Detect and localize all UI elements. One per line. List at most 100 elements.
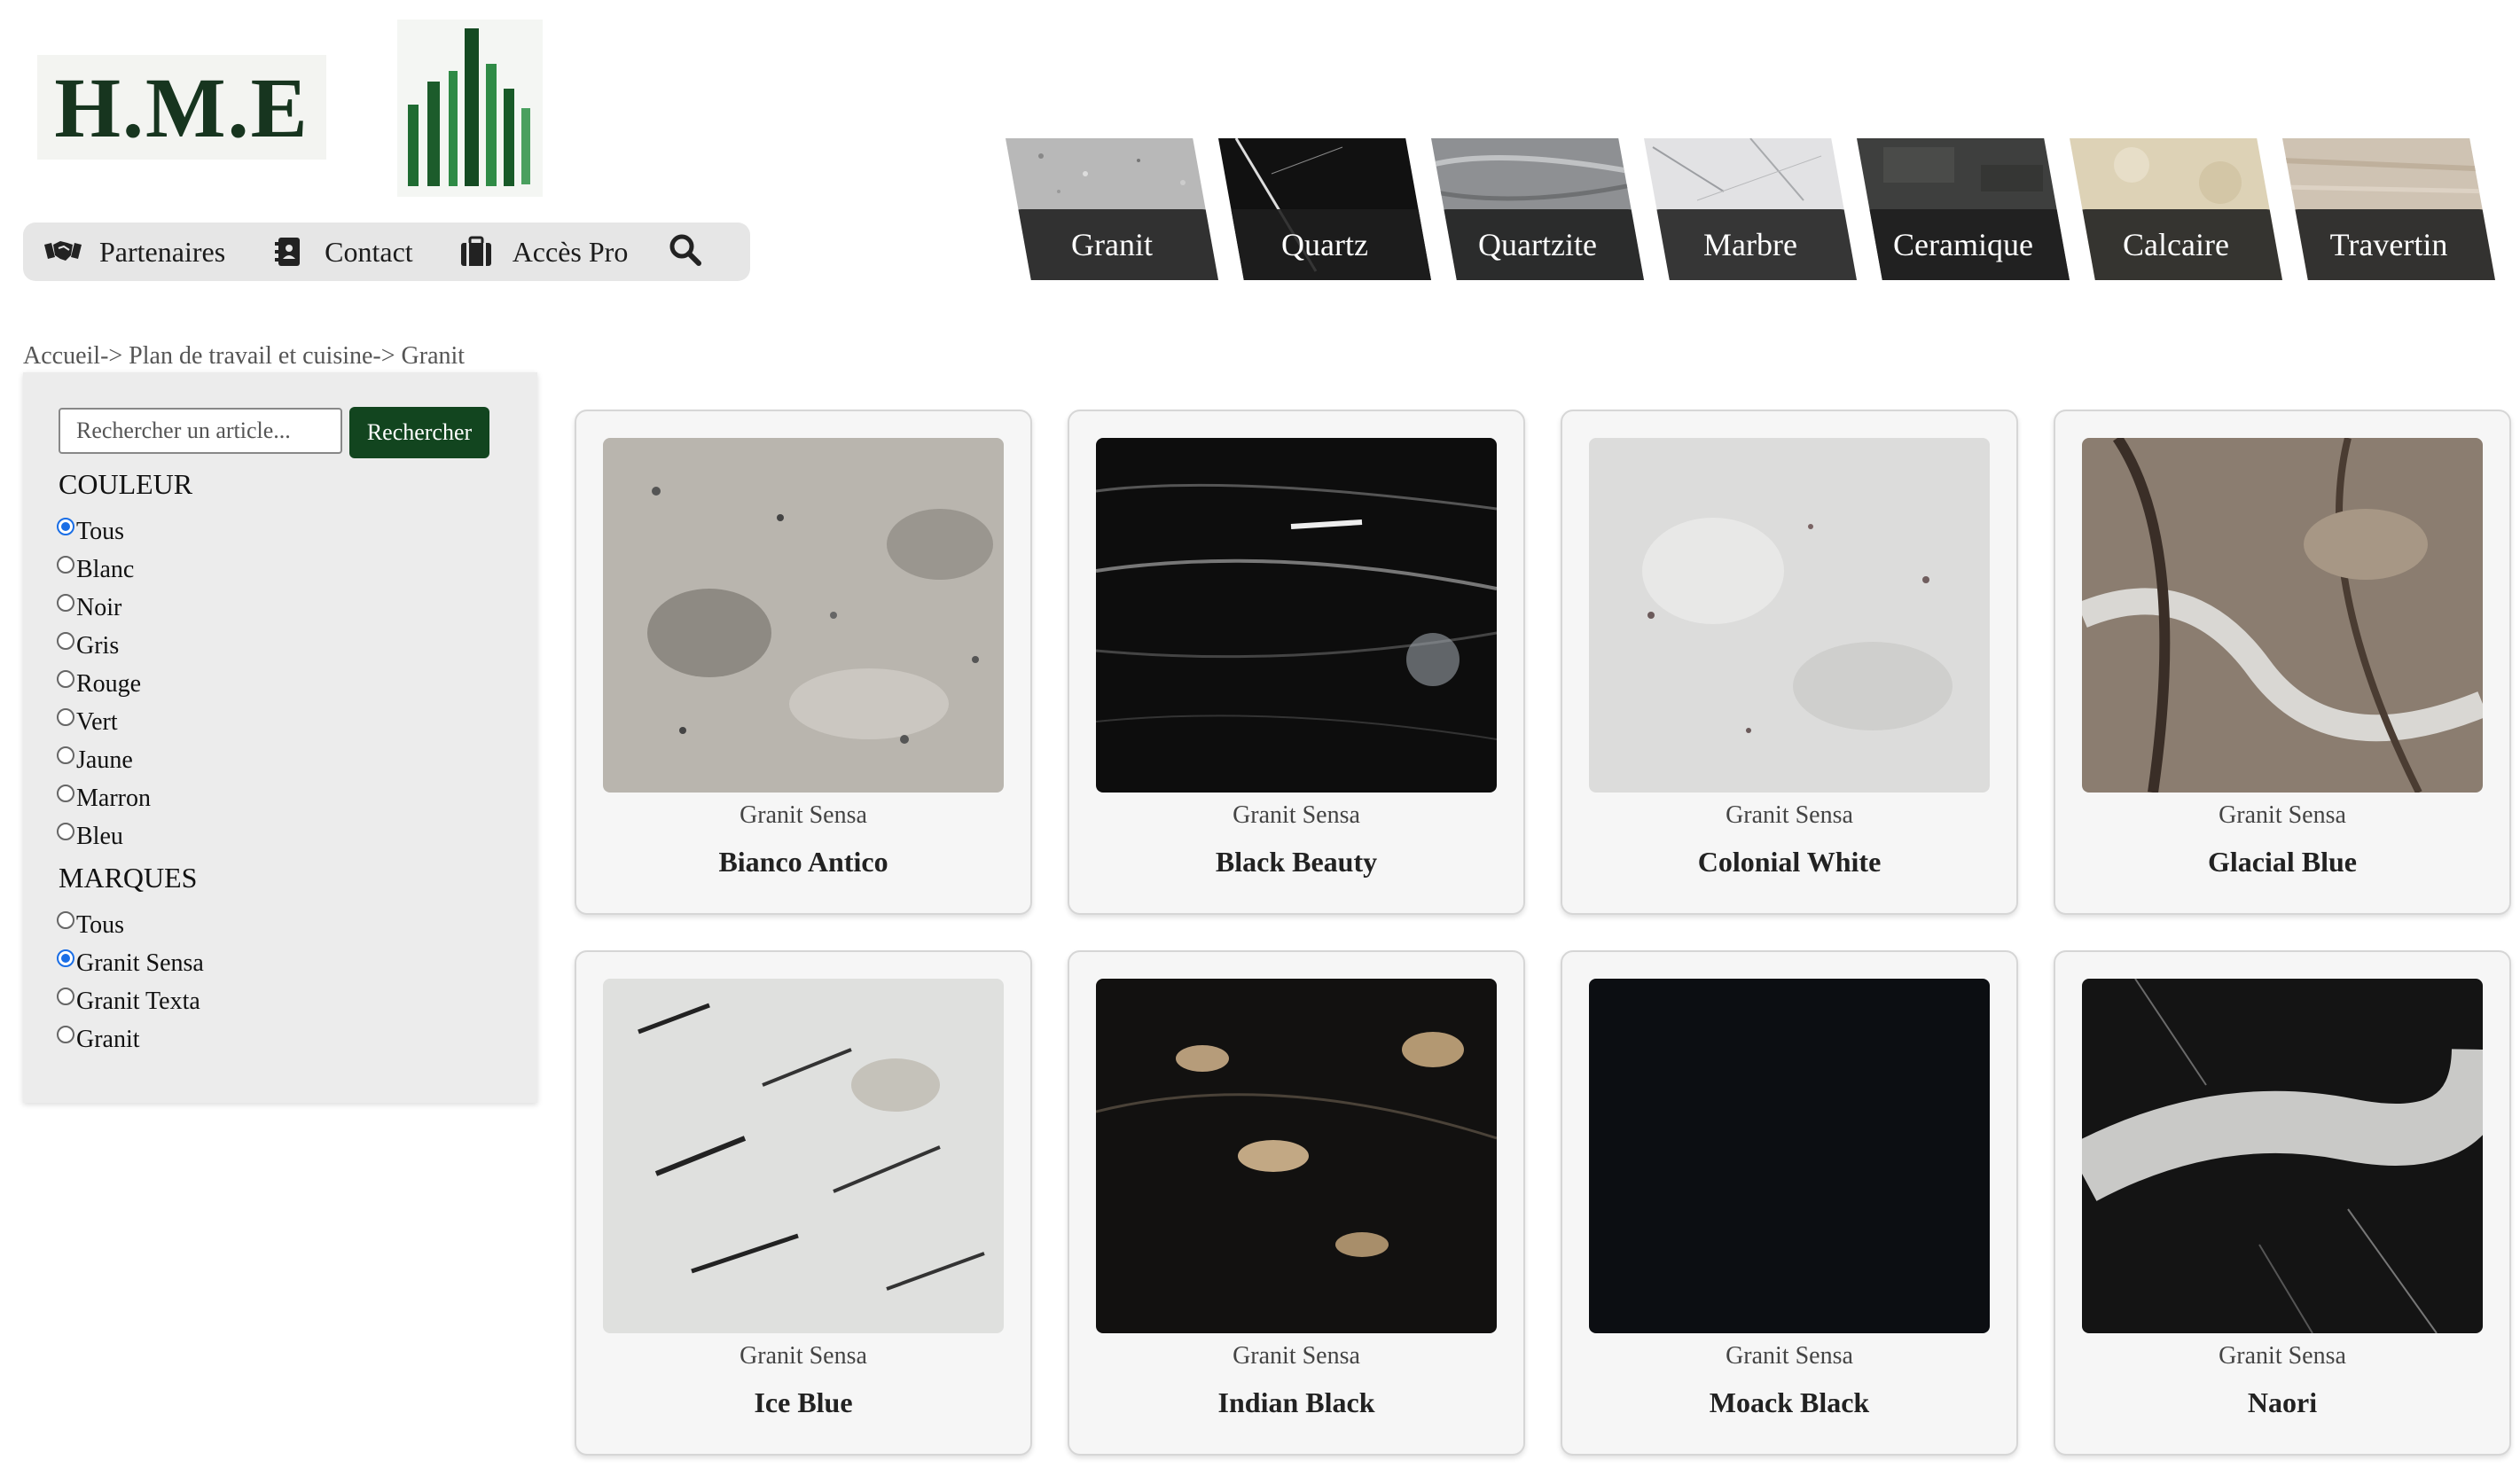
briefcase-icon: [460, 236, 491, 266]
brand-filter-title: MARQUES: [59, 862, 198, 894]
product-card[interactable]: Granit Sensa Moack Black: [1561, 950, 2018, 1456]
handshake-icon: [44, 241, 82, 261]
category-quartz[interactable]: Quartz: [1218, 138, 1431, 280]
logo-bars-icon[interactable]: [397, 20, 543, 197]
category-quartzite[interactable]: Quartzite: [1431, 138, 1644, 280]
category-label: Quartz: [1281, 227, 1368, 262]
logo-text[interactable]: H.M.E: [37, 55, 326, 160]
category-travertin[interactable]: Travertin: [2282, 138, 2495, 280]
product-image[interactable]: [1589, 438, 1990, 793]
product-card[interactable]: Granit Sensa Black Beauty: [1068, 410, 1525, 915]
product-brand: Granit Sensa: [1726, 1342, 1853, 1370]
radio-colour-marron[interactable]: Marron: [57, 779, 151, 817]
product-card[interactable]: Granit Sensa Glacial Blue: [2054, 410, 2511, 915]
product-image[interactable]: [603, 979, 1004, 1333]
radio-button[interactable]: [57, 910, 74, 929]
product-name[interactable]: Bianco Antico: [576, 846, 1030, 878]
category-label: Granit: [1071, 227, 1153, 262]
product-name[interactable]: Ice Blue: [576, 1386, 1030, 1419]
search-input[interactable]: [59, 408, 342, 454]
radio-colour-blanc[interactable]: Blanc: [57, 550, 151, 589]
top-nav: Partenaires Contact Accès Pro: [23, 223, 750, 281]
radio-colour-jaune[interactable]: Jaune: [57, 741, 151, 779]
product-name[interactable]: Glacial Blue: [2055, 846, 2509, 878]
radio-label: Vert: [76, 707, 118, 736]
nav-contact[interactable]: Contact: [268, 236, 413, 269]
category-label: Marbre: [1703, 227, 1797, 262]
product-image[interactable]: [1096, 979, 1497, 1333]
product-brand: Granit Sensa: [1233, 1342, 1360, 1370]
radio-label: Granit Sensa: [76, 949, 204, 977]
product-card[interactable]: Granit Sensa Ice Blue: [575, 950, 1032, 1456]
radio-label: Gris: [76, 631, 120, 660]
radio-colour-vert[interactable]: Vert: [57, 703, 151, 741]
product-card[interactable]: Granit Sensa Bianco Antico: [575, 410, 1032, 915]
nav-label: Accès Pro: [512, 235, 629, 268]
contact-card-icon: [275, 238, 301, 266]
radio-button[interactable]: [57, 987, 74, 1005]
radio-label: Tous: [76, 910, 125, 939]
product-image[interactable]: [1096, 438, 1497, 793]
radio-label: Noir: [76, 593, 122, 621]
radio-button[interactable]: [57, 949, 74, 967]
search-icon: [669, 234, 702, 266]
radio-button[interactable]: [57, 746, 74, 764]
radio-colour-gris[interactable]: Gris: [57, 627, 151, 665]
radio-button[interactable]: [57, 707, 74, 726]
radio-brand-granit-sensa[interactable]: Granit Sensa: [57, 944, 204, 982]
product-brand: Granit Sensa: [2219, 801, 2346, 829]
product-brand: Granit Sensa: [740, 801, 867, 829]
search-button[interactable]: Rechercher: [349, 407, 489, 458]
category-ceramique[interactable]: Ceramique: [1857, 138, 2070, 280]
product-image[interactable]: [1589, 979, 1990, 1333]
radio-label: Rouge: [76, 669, 142, 698]
radio-label: Bleu: [76, 822, 123, 850]
nav-acces-pro[interactable]: Accès Pro: [456, 235, 629, 269]
category-calcaire[interactable]: Calcaire: [2070, 138, 2282, 280]
product-name[interactable]: Indian Black: [1069, 1386, 1523, 1419]
category-label: Calcaire: [2123, 227, 2229, 262]
product-card[interactable]: Granit Sensa Indian Black: [1068, 950, 1525, 1456]
radio-colour-rouge[interactable]: Rouge: [57, 665, 151, 703]
nav-search-button[interactable]: [669, 233, 702, 271]
radio-button[interactable]: [57, 593, 74, 612]
colour-filter-list: Tous Blanc Noir Gris Rouge Vert Jaune Ma…: [57, 512, 151, 855]
product-name[interactable]: Naori: [2055, 1386, 2509, 1419]
radio-label: Tous: [76, 517, 125, 545]
radio-brand-tous[interactable]: Tous: [57, 906, 204, 944]
radio-label: Blanc: [76, 555, 135, 583]
brand-filter-list: Tous Granit Sensa Granit Texta Granit: [57, 906, 204, 1058]
radio-button[interactable]: [57, 1025, 74, 1043]
radio-label: Granit: [76, 1025, 140, 1053]
nav-partenaires[interactable]: Partenaires: [43, 236, 225, 269]
radio-colour-bleu[interactable]: Bleu: [57, 817, 151, 855]
product-image[interactable]: [603, 438, 1004, 793]
product-image[interactable]: [2082, 979, 2483, 1333]
radio-button[interactable]: [57, 784, 74, 802]
radio-brand-granit[interactable]: Granit: [57, 1020, 204, 1058]
product-card[interactable]: Granit Sensa Colonial White: [1561, 410, 2018, 915]
product-name[interactable]: Black Beauty: [1069, 846, 1523, 878]
product-brand: Granit Sensa: [2219, 1342, 2346, 1370]
radio-label: Marron: [76, 784, 151, 812]
radio-colour-noir[interactable]: Noir: [57, 589, 151, 627]
radio-button[interactable]: [57, 555, 74, 574]
radio-button[interactable]: [57, 631, 74, 650]
category-marbre[interactable]: Marbre: [1644, 138, 1857, 280]
radio-button[interactable]: [57, 517, 74, 535]
filter-sidebar: Rechercher COULEUR Tous Blanc Noir Gris …: [23, 372, 537, 1103]
radio-button[interactable]: [57, 669, 74, 688]
breadcrumb[interactable]: Accueil-> Plan de travail et cuisine-> G…: [23, 342, 465, 371]
radio-button[interactable]: [57, 822, 74, 840]
product-card[interactable]: Granit Sensa Naori: [2054, 950, 2511, 1456]
category-label: Quartzite: [1478, 227, 1597, 262]
product-name[interactable]: Colonial White: [1562, 846, 2016, 878]
product-image[interactable]: [2082, 438, 2483, 793]
category-granit[interactable]: Granit: [1006, 138, 1218, 280]
product-brand: Granit Sensa: [1233, 801, 1360, 829]
radio-brand-granit-texta[interactable]: Granit Texta: [57, 982, 204, 1020]
radio-colour-tous[interactable]: Tous: [57, 512, 151, 550]
product-name[interactable]: Moack Black: [1562, 1386, 2016, 1419]
category-label: Travertin: [2329, 227, 2448, 262]
product-brand: Granit Sensa: [740, 1342, 867, 1370]
